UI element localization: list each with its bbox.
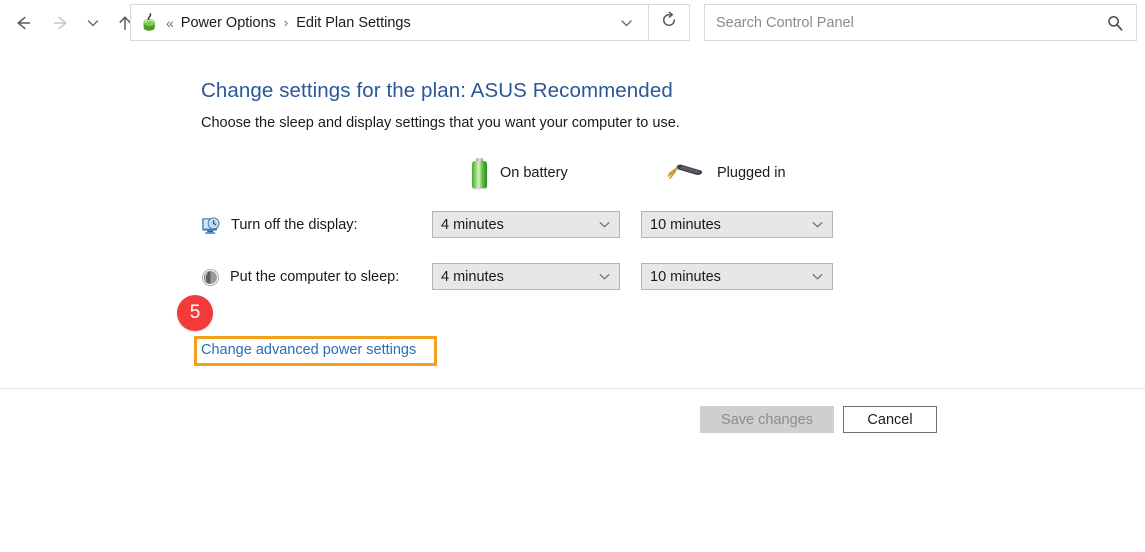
sleep-moon-icon [201,268,220,287]
arrow-right-icon [51,13,71,33]
combo-value: 4 minutes [441,268,504,285]
address-bar[interactable]: « Power Options › Edit Plan Settings [130,4,649,41]
annotation-step-badge: 5 [177,295,213,331]
combo-turn-off-display-plugged-in[interactable]: 10 minutes [641,211,833,238]
page-title: Change settings for the plan: ASUS Recom… [201,79,673,102]
column-header-plugged-in-label: Plugged in [717,165,786,181]
address-dropdown-chevron-down-icon[interactable] [619,15,634,30]
combo-value: 10 minutes [650,268,721,285]
refresh-button[interactable] [649,4,690,41]
chevron-down-icon [598,270,611,283]
combo-sleep-on-battery[interactable]: 4 minutes [432,263,620,290]
combo-value: 4 minutes [441,216,504,233]
setting-row: Put the computer to sleep: [201,263,399,291]
change-advanced-power-settings-link[interactable]: Change advanced power settings [201,342,416,358]
column-header-on-battery-label: On battery [500,165,568,181]
content-pane: Change settings for the plan: ASUS Recom… [0,46,1145,388]
column-header-on-battery: On battery [470,156,568,190]
breadcrumb-overflow[interactable]: « [166,15,174,31]
power-plug-icon [665,161,705,185]
arrow-left-icon [13,13,33,33]
combo-turn-off-display-on-battery[interactable]: 4 minutes [432,211,620,238]
forward-button[interactable] [46,8,76,38]
chevron-down-icon [598,218,611,231]
save-changes-button[interactable]: Save changes [700,406,834,433]
recent-locations-button[interactable] [82,8,104,38]
page-subtitle: Choose the sleep and display settings th… [201,115,680,131]
setting-row: Turn off the display: [201,211,358,239]
combo-value: 10 minutes [650,216,721,233]
cancel-button[interactable]: Cancel [843,406,937,433]
chevron-down-icon [811,270,824,283]
search-box[interactable] [704,4,1137,41]
combo-sleep-plugged-in[interactable]: 10 minutes [641,263,833,290]
display-clock-icon [201,216,221,235]
address-toolbar: « Power Options › Edit Plan Settings [0,0,1145,46]
column-header-plugged-in: Plugged in [665,156,786,190]
footer-divider [0,388,1145,389]
back-button[interactable] [8,8,38,38]
chevron-down-icon [86,16,100,30]
search-input[interactable] [705,5,1106,40]
breadcrumb-separator: › [283,15,289,30]
search-icon[interactable] [1106,14,1124,32]
breadcrumb-item-edit-plan-settings[interactable]: Edit Plan Settings [296,15,410,31]
battery-icon [470,156,489,190]
setting-row-label: Put the computer to sleep: [230,269,400,285]
refresh-icon [660,11,678,34]
power-options-battery-icon [139,12,159,33]
setting-row-label: Turn off the display: [231,217,358,233]
chevron-down-icon [811,218,824,231]
breadcrumb-item-power-options[interactable]: Power Options [181,15,276,31]
